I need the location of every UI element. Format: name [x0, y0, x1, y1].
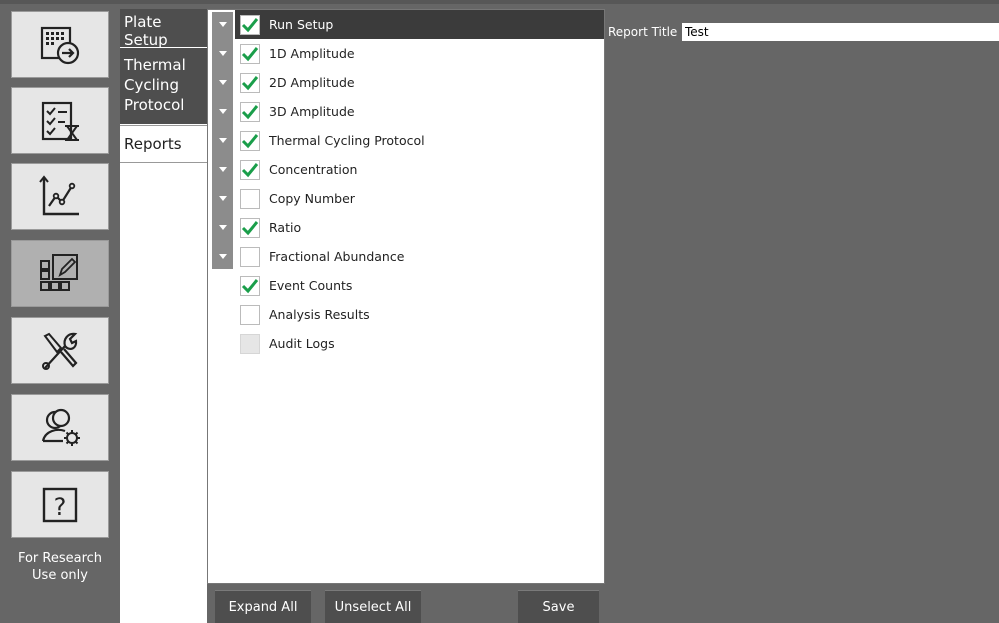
checkmark-icon — [241, 220, 259, 235]
section-row-3d-amplitude[interactable]: 3D Amplitude — [235, 97, 355, 126]
chevron-down-icon — [218, 137, 227, 143]
checkbox-3d-amplitude[interactable] — [240, 101, 260, 122]
layout-edit-icon — [40, 253, 78, 291]
section-label: Concentration — [269, 162, 358, 177]
chevron-down-icon — [218, 166, 227, 172]
nav-tools-button[interactable] — [11, 317, 109, 384]
checkmark-icon — [241, 162, 259, 177]
chevron-down-icon — [218, 21, 227, 27]
report-title-label: Report Title — [608, 25, 678, 39]
chevron-down-icon — [218, 108, 227, 114]
expand-arrow-1d-amplitude[interactable] — [212, 47, 233, 59]
expand-arrow-2d-amplitude[interactable] — [212, 76, 233, 88]
expand-arrow-column — [212, 12, 233, 269]
section-label: 2D Amplitude — [269, 75, 355, 90]
checkbox-run-setup[interactable] — [240, 14, 260, 35]
line-chart-icon — [39, 174, 79, 215]
expand-arrow-fractional-abundance[interactable] — [212, 250, 233, 262]
checkbox-analysis-results[interactable] — [240, 304, 260, 325]
chevron-down-icon — [218, 79, 227, 85]
checkbox-1d-amplitude[interactable] — [240, 43, 260, 64]
checkbox-thermal-cycling-protocol[interactable] — [240, 130, 260, 151]
checkbox-concentration[interactable] — [240, 159, 260, 180]
nav-plate-setup-button[interactable] — [11, 11, 109, 78]
section-label: Thermal Cycling Protocol — [269, 133, 425, 148]
section-label: 3D Amplitude — [269, 104, 355, 119]
section-label: Run Setup — [269, 17, 334, 32]
section-row-1d-amplitude[interactable]: 1D Amplitude — [235, 39, 355, 68]
chevron-down-icon — [218, 195, 227, 201]
export-plate-icon — [40, 26, 80, 64]
nav-reports-button[interactable] — [11, 240, 109, 307]
expand-all-button[interactable]: Expand All — [215, 590, 311, 623]
nav-run-button[interactable] — [11, 87, 109, 154]
section-row-run-setup[interactable]: Run Setup — [235, 10, 604, 39]
tab-plate-setup[interactable]: Plate Setup — [120, 9, 207, 49]
checkbox-event-counts[interactable] — [240, 275, 260, 296]
checkbox-ratio[interactable] — [240, 217, 260, 238]
chevron-down-icon — [218, 224, 227, 230]
svg-text:?: ? — [54, 493, 67, 521]
checkbox-audit-logs — [240, 333, 260, 354]
unselect-all-button[interactable]: Unselect All — [325, 590, 421, 623]
nav-help-button[interactable]: ? — [11, 471, 109, 538]
checkbox-2d-amplitude[interactable] — [240, 72, 260, 93]
section-label: Fractional Abundance — [269, 249, 405, 264]
wrench-screwdriver-icon — [42, 332, 78, 370]
top-border — [0, 0, 999, 4]
section-row-2d-amplitude[interactable]: 2D Amplitude — [235, 68, 355, 97]
checkmark-icon — [241, 17, 259, 32]
save-button[interactable]: Save — [518, 590, 599, 623]
section-row-concentration[interactable]: Concentration — [235, 155, 357, 184]
expand-arrow-copy-number[interactable] — [212, 192, 233, 204]
expand-arrow-thermal-cycling[interactable] — [212, 134, 233, 146]
section-label: Copy Number — [269, 191, 355, 206]
checkbox-fractional-abundance[interactable] — [240, 246, 260, 267]
checklist-timer-icon — [41, 101, 79, 141]
checkmark-icon — [241, 104, 259, 119]
chevron-down-icon — [218, 253, 227, 259]
nav-analysis-button[interactable] — [11, 163, 109, 230]
section-row-fractional-abundance[interactable]: Fractional Abundance — [235, 242, 404, 271]
section-row-ratio[interactable]: Ratio — [235, 213, 301, 242]
user-settings-icon — [41, 408, 80, 446]
section-row-thermal-cycling-protocol[interactable]: Thermal Cycling Protocol — [235, 126, 425, 155]
checkmark-icon — [241, 278, 259, 293]
section-label: Ratio — [269, 220, 302, 235]
tab-thermal-cycling-protocol[interactable]: Thermal Cycling Protocol — [120, 48, 207, 124]
section-label: Analysis Results — [269, 307, 370, 322]
checkmark-icon — [241, 46, 259, 61]
expand-arrow-3d-amplitude[interactable] — [212, 105, 233, 117]
main-nav: ? For Research Use only — [0, 4, 120, 623]
section-row-analysis-results[interactable]: Analysis Results — [235, 300, 370, 329]
section-label: Event Counts — [269, 278, 353, 293]
checkbox-copy-number[interactable] — [240, 188, 260, 209]
section-label: 1D Amplitude — [269, 46, 355, 61]
expand-arrow-run-setup[interactable] — [212, 18, 233, 30]
expand-arrow-concentration[interactable] — [212, 163, 233, 175]
section-label: Audit Logs — [269, 336, 335, 351]
nav-users-button[interactable] — [11, 394, 109, 461]
chevron-down-icon — [218, 50, 227, 56]
expand-arrow-ratio[interactable] — [212, 221, 233, 233]
section-row-copy-number[interactable]: Copy Number — [235, 184, 355, 213]
section-row-event-counts[interactable]: Event Counts — [235, 271, 352, 300]
research-use-label: For Research Use only — [17, 551, 103, 583]
section-row-audit-logs: Audit Logs — [235, 329, 335, 358]
checkmark-icon — [241, 75, 259, 90]
help-icon: ? — [42, 487, 78, 522]
sub-nav: Plate Setup Thermal Cycling Protocol Rep… — [120, 9, 207, 623]
tab-reports[interactable]: Reports — [120, 125, 207, 163]
checkmark-icon — [241, 133, 259, 148]
report-title-input[interactable] — [682, 23, 999, 41]
